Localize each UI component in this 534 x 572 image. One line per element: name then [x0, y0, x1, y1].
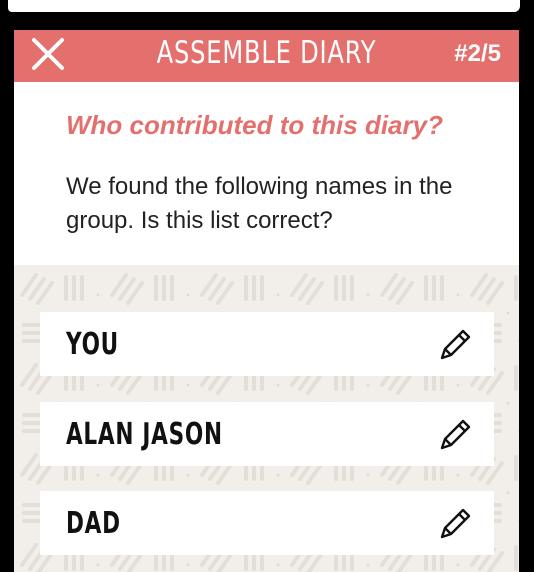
contributor-name: ALAN JASON	[66, 417, 223, 452]
diary-card: ASSEMBLE DIARY #2/5 Who contributed to t…	[14, 30, 519, 572]
pencil-icon	[440, 329, 471, 360]
contributor-name: YOU	[66, 327, 119, 362]
pencil-icon	[440, 508, 471, 539]
step-indicator: #2/5	[454, 40, 501, 67]
header-bar: ASSEMBLE DIARY #2/5	[14, 30, 519, 82]
close-button[interactable]	[30, 36, 66, 72]
page-title: ASSEMBLE DIARY	[156, 35, 377, 71]
description-text: We found the following names in the grou…	[66, 173, 453, 234]
contributor-row-dad[interactable]: DAD	[40, 491, 494, 555]
pencil-icon	[440, 419, 471, 450]
contributor-name: DAD	[66, 506, 121, 541]
edit-button[interactable]	[436, 416, 474, 454]
edit-button[interactable]	[436, 505, 474, 543]
question-heading: Who contributed to this diary?	[66, 110, 443, 140]
contributor-row-alan-jason[interactable]: ALAN JASON	[40, 402, 494, 466]
contributor-row-you[interactable]: YOU	[40, 312, 494, 376]
top-strip	[8, 0, 520, 12]
edit-button[interactable]	[436, 326, 474, 364]
close-icon	[32, 38, 64, 70]
contributors-area: YOU ALAN JASON DAD	[14, 265, 519, 572]
